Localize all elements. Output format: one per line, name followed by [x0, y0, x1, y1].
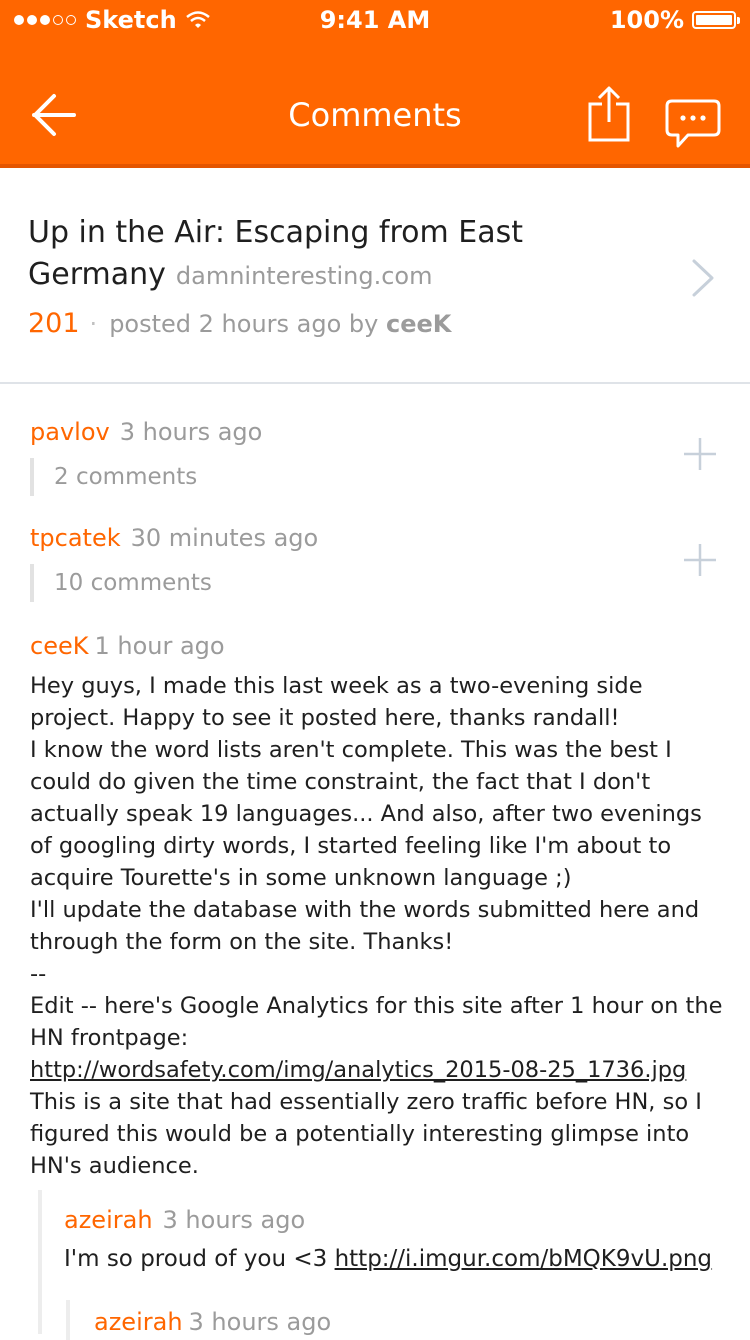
- reply-link[interactable]: http://i.imgur.com/bMQK9vU.png: [335, 1246, 712, 1272]
- reply-author[interactable]: azeirah: [94, 1308, 183, 1336]
- comment-time: 1 hour ago: [94, 632, 225, 660]
- reply-time: 3 hours ago: [188, 1308, 332, 1336]
- comment-text: Hey guys, I made this last week as a two…: [30, 673, 723, 1051]
- battery-percent: 100%: [609, 6, 684, 34]
- battery-status: 100%: [609, 6, 740, 34]
- app-header: Sketch 9:41 AM 100% Comments: [0, 0, 750, 168]
- comment-time: 3 hours ago: [119, 418, 263, 446]
- posted-label: posted 2 hours ago by: [109, 310, 379, 338]
- comment-author[interactable]: pavlov: [30, 418, 110, 446]
- comment-time: 30 minutes ago: [130, 524, 319, 552]
- reply-author[interactable]: azeirah: [64, 1206, 153, 1234]
- meta-separator: ·: [89, 310, 98, 338]
- comment-author[interactable]: ceeK: [30, 632, 88, 660]
- article-points: 201: [28, 308, 80, 339]
- expand-plus-icon[interactable]: [682, 436, 718, 472]
- comment-body: Hey guys, I made this last week as a two…: [30, 670, 730, 1182]
- chat-bubble-icon[interactable]: [664, 98, 722, 152]
- thread-indent-bar: [30, 564, 34, 602]
- collapsed-comments-count[interactable]: 10 comments: [54, 570, 212, 596]
- comment-header: pavlov 3 hours ago: [30, 418, 262, 446]
- article-meta: 201 · posted 2 hours ago by ceeK: [28, 308, 451, 339]
- comment-link[interactable]: http://wordsafety.com/img/analytics_2015…: [30, 1057, 686, 1083]
- reply-text: I'm so proud of you <3: [64, 1246, 335, 1272]
- reply-header: azeirah 3 hours ago: [64, 1206, 305, 1234]
- comment-author[interactable]: tpcatek: [30, 524, 121, 552]
- share-icon[interactable]: [586, 84, 632, 144]
- nested-reply-indent-bar: [66, 1300, 70, 1340]
- chevron-right-icon[interactable]: [690, 258, 716, 298]
- comment-header: tpcatek 30 minutes ago: [30, 524, 318, 552]
- expand-plus-icon[interactable]: [682, 542, 718, 578]
- battery-icon: [692, 11, 740, 29]
- article-domain: damninteresting.com: [175, 262, 433, 290]
- page-title: Comments: [288, 96, 462, 134]
- reply-header: azeirah 3 hours ago: [94, 1308, 331, 1336]
- reply-time: 3 hours ago: [162, 1206, 306, 1234]
- comment-header: ceeK 1 hour ago: [30, 632, 225, 660]
- article-title-block: Up in the Air: Escaping from East German…: [28, 212, 588, 297]
- reply-body: I'm so proud of you <3 http://i.imgur.co…: [64, 1246, 712, 1272]
- article-header[interactable]: Up in the Air: Escaping from East German…: [0, 168, 750, 384]
- thread-indent-bar: [30, 458, 34, 496]
- reply-indent-bar: [38, 1190, 42, 1334]
- status-bar: Sketch 9:41 AM 100%: [0, 0, 750, 40]
- comment-text: This is a site that had essentially zero…: [30, 1089, 702, 1179]
- collapsed-comments-count[interactable]: 2 comments: [54, 464, 197, 490]
- article-author[interactable]: ceeK: [386, 310, 451, 338]
